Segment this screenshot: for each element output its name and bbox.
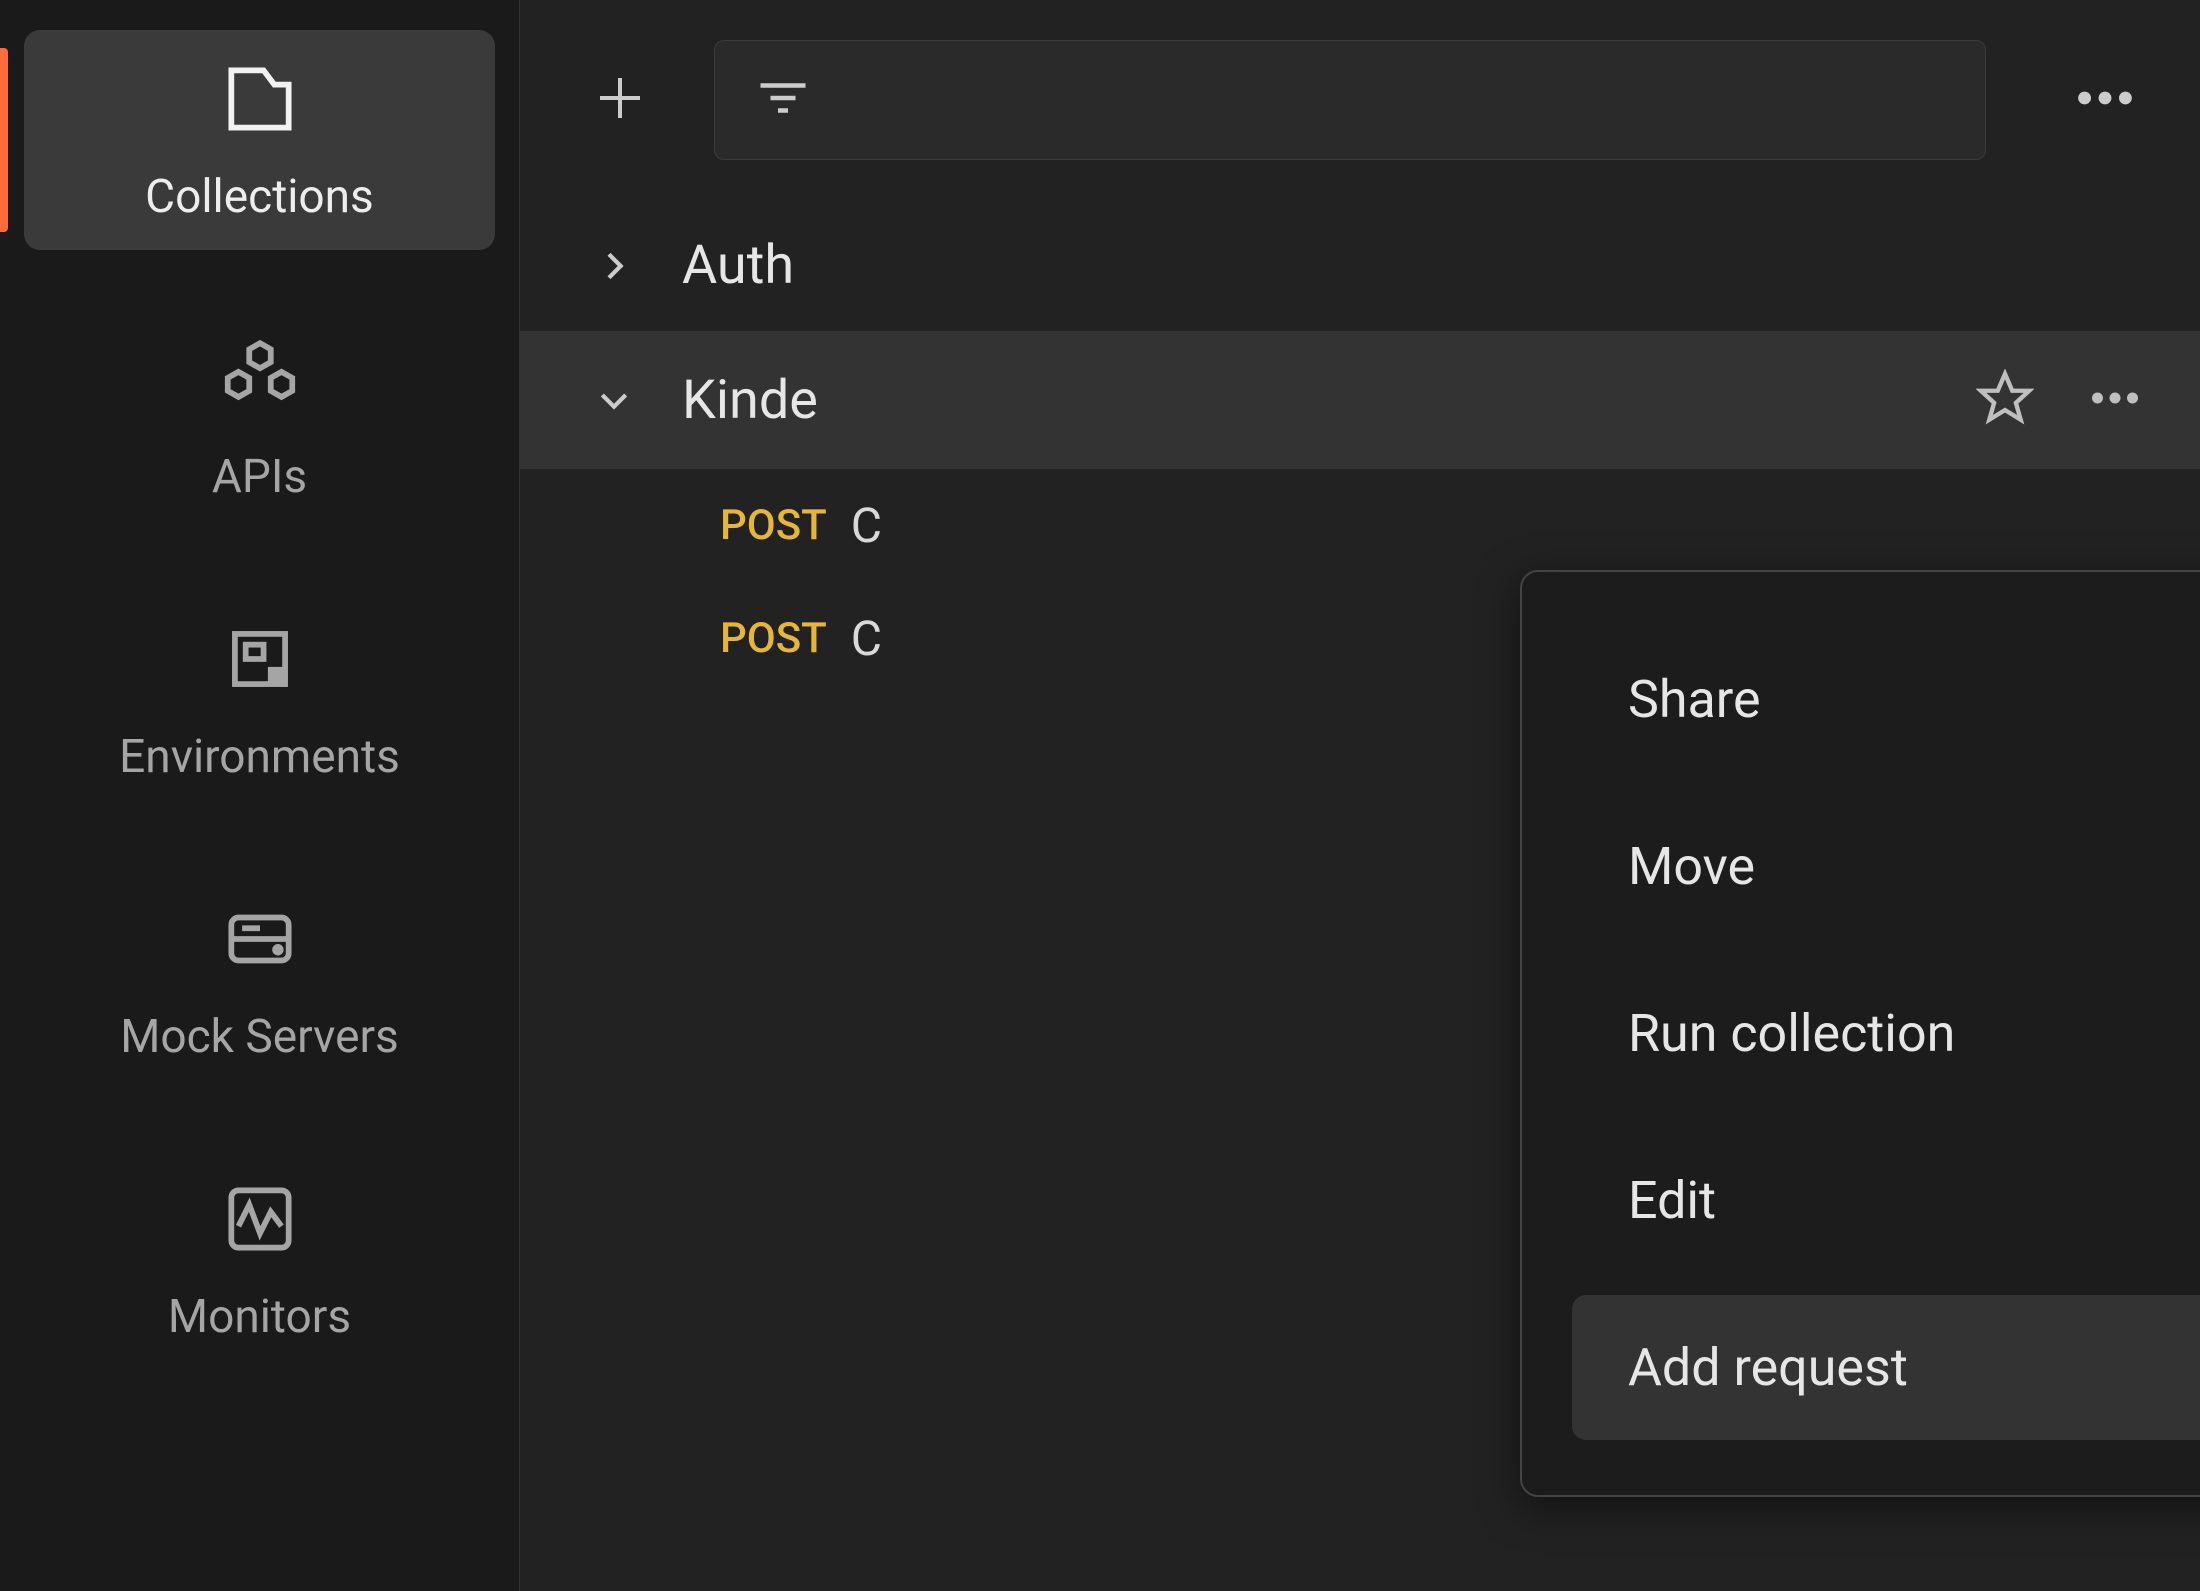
collection-actions: [1970, 365, 2150, 435]
request-item[interactable]: POST C: [520, 469, 2200, 582]
chevron-down-icon: [590, 376, 638, 424]
server-icon: [217, 896, 303, 982]
collection-label: Auth: [682, 234, 2150, 297]
collection-label: Kinde: [682, 369, 1926, 432]
sidebar: Collections APIs Environments: [0, 0, 520, 1591]
menu-item-share[interactable]: Share: [1572, 627, 2200, 772]
sidebar-label: Environments: [119, 730, 400, 784]
collection-more-button[interactable]: [2080, 365, 2150, 435]
sidebar-item-apis[interactable]: APIs: [24, 310, 495, 530]
chevron-right-icon: [590, 242, 638, 290]
sidebar-label: Monitors: [168, 1290, 351, 1344]
new-button[interactable]: [580, 60, 660, 140]
filter-icon: [753, 68, 813, 132]
sidebar-item-monitors[interactable]: Monitors: [24, 1150, 495, 1370]
activity-icon: [217, 1176, 303, 1262]
hex-cluster-icon: [217, 336, 303, 422]
sidebar-label: Mock Servers: [120, 1010, 399, 1064]
menu-item-edit[interactable]: Edit: [1572, 1128, 2200, 1273]
sidebar-item-mock-servers[interactable]: Mock Servers: [24, 870, 495, 1090]
star-icon: [1976, 369, 2034, 431]
request-name: C: [851, 610, 882, 667]
filter-button[interactable]: [743, 60, 823, 140]
http-method-badge: POST: [720, 614, 827, 663]
request-name: C: [851, 497, 882, 554]
context-menu: Share Move Run collection Edit Add reque…: [1520, 570, 2200, 1497]
search-filter-container: [714, 40, 1986, 160]
sidebar-item-environments[interactable]: Environments: [24, 590, 495, 810]
collection-item-kinde[interactable]: Kinde: [520, 331, 2200, 469]
menu-item-add-request[interactable]: Add request: [1572, 1295, 2200, 1440]
favorite-button[interactable]: [1970, 365, 2040, 435]
environments-icon: [217, 616, 303, 702]
plus-icon: [590, 68, 650, 132]
more-options-button[interactable]: [2060, 55, 2150, 145]
more-horizontal-icon: [2085, 368, 2145, 432]
sidebar-label: APIs: [212, 450, 307, 504]
more-horizontal-icon: [2070, 63, 2140, 137]
main-panel: Auth Kinde: [520, 0, 2200, 1591]
menu-item-move[interactable]: Move: [1572, 794, 2200, 939]
http-method-badge: POST: [720, 501, 827, 550]
search-input[interactable]: [823, 41, 1985, 159]
folder-icon: [217, 56, 303, 142]
sidebar-item-collections[interactable]: Collections: [24, 30, 495, 250]
menu-item-run-collection[interactable]: Run collection: [1572, 961, 2200, 1106]
collection-item-auth[interactable]: Auth: [520, 200, 2200, 331]
toolbar: [520, 0, 2200, 200]
sidebar-label: Collections: [145, 170, 374, 224]
